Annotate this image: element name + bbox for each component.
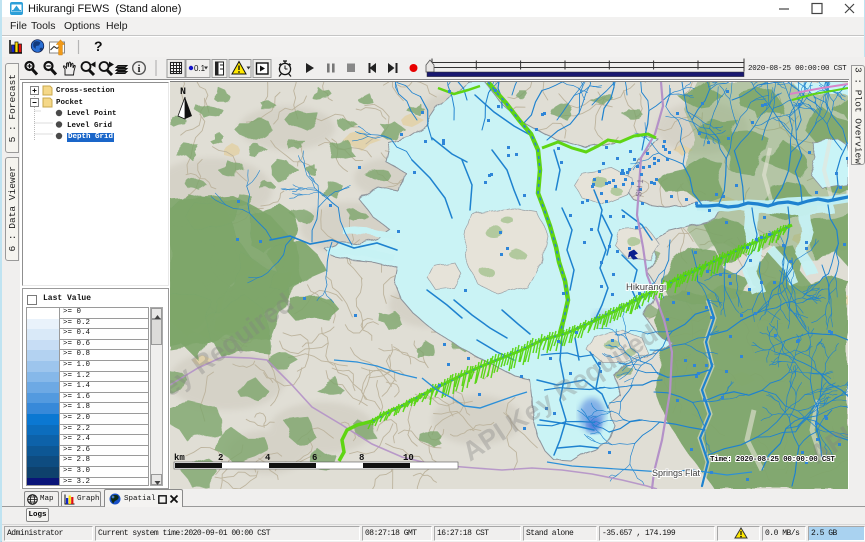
svg-text:8: 8 — [359, 453, 364, 463]
svg-text:N: N — [180, 87, 186, 98]
svg-text:2020-08-25 00:00:00 CST: 2020-08-25 00:00:00 CST — [748, 65, 847, 73]
svg-text:i: i — [138, 64, 141, 75]
svg-text:km: km — [174, 453, 185, 463]
svg-text:Time: 2020-08-25 00:00:00 CST: Time: 2020-08-25 00:00:00 CST — [710, 456, 835, 464]
svg-text:0.1: 0.1 — [194, 64, 206, 73]
svg-text:Hikurangi: Hikurangi — [626, 282, 666, 293]
svg-text:Springs Flat: Springs Flat — [652, 468, 701, 478]
svg-text:6: 6 — [312, 453, 317, 463]
svg-text:10: 10 — [403, 453, 414, 463]
svg-text:4: 4 — [265, 453, 271, 463]
svg-text:2: 2 — [218, 453, 223, 463]
